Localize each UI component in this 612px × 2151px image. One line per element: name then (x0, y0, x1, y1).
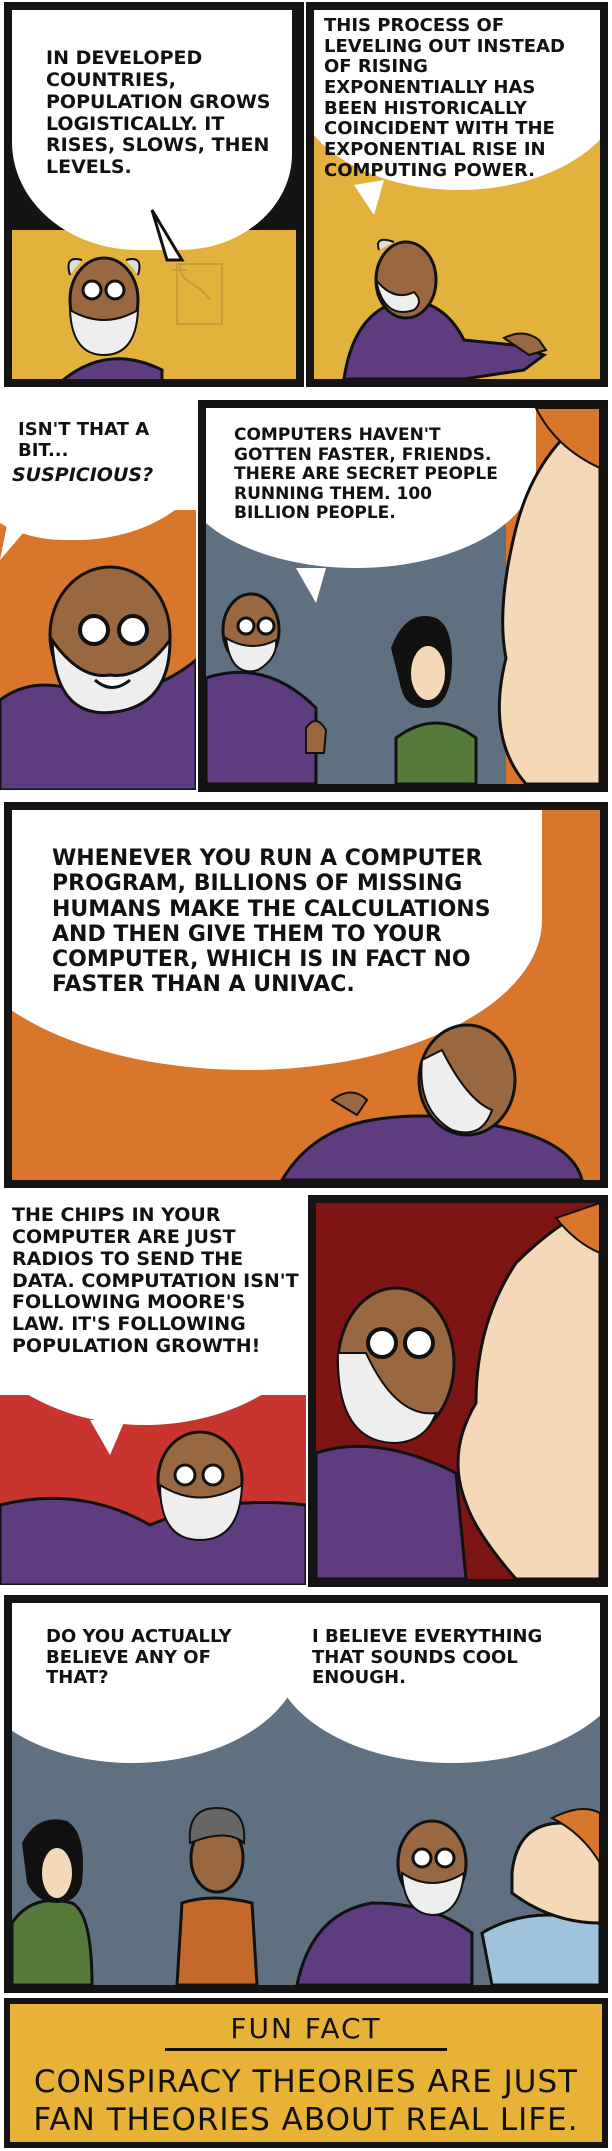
panel-1-scene: In developed countries, population grows… (12, 10, 296, 379)
panel-5-scene: Whenever you run a computer program, bil… (12, 810, 600, 1180)
panel-8-scene: Do you actually believe any of that? I b… (12, 1603, 600, 1985)
panel-8-caption-right: I believe everything that sounds cool en… (312, 1626, 543, 1689)
panel-5-caption: Whenever you run a computer program, bil… (52, 846, 491, 998)
fun-fact-box: FUN FACT CONSPIRACY THEORIES ARE JUST FA… (4, 1998, 608, 2148)
panel-2-scene: This process of leveling out instead of … (314, 10, 600, 379)
panel-4-caption: Computers haven't gotten faster, friends… (234, 425, 498, 524)
panel-4: Computers haven't gotten faster, friends… (198, 400, 608, 792)
panel-1: In developed countries, population grows… (4, 2, 304, 387)
panel-2-caption: This process of leveling out instead of … (324, 15, 565, 181)
comic-page: In developed countries, population grows… (0, 0, 612, 2151)
panel-6-caption: The chips in your computer are just radi… (12, 1204, 299, 1358)
panel-3-caption-line-2: suspicious? (12, 464, 154, 486)
panel-5: Whenever you run a computer program, bil… (4, 802, 608, 1188)
panel-7-scene (316, 1203, 600, 1579)
panel-4-scene: Computers haven't gotten faster, friends… (206, 408, 600, 784)
panel-1-caption: In developed countries, population grows… (46, 47, 271, 179)
fun-fact-title: FUN FACT (230, 2012, 382, 2045)
fun-fact-body: CONSPIRACY THEORIES ARE JUST FAN THEORIE… (33, 2064, 579, 2138)
panel-3: Isn't that a bit... suspicious? (0, 400, 196, 790)
panel-7-figures (316, 1203, 600, 1579)
panel-7 (308, 1195, 608, 1587)
panel-3-caption-line-1: Isn't that a bit... (18, 419, 150, 461)
panel-8-caption-left: Do you actually believe any of that? (46, 1626, 232, 1689)
panel-2: This process of leveling out instead of … (306, 2, 608, 387)
panel-6: The chips in your computer are just radi… (0, 1195, 306, 1585)
panel-8: Do you actually believe any of that? I b… (4, 1595, 608, 1993)
fun-fact-divider (165, 2048, 447, 2051)
